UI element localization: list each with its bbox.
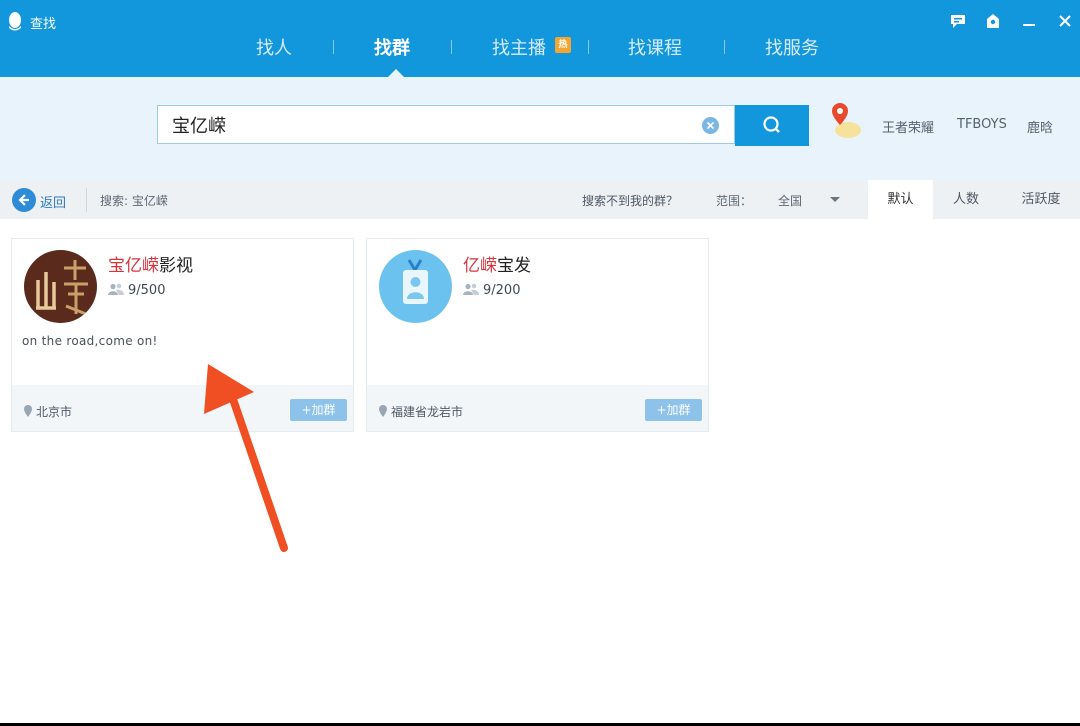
search-box: [157, 105, 735, 144]
group-location: 北京市: [24, 403, 72, 420]
group-location: 福建省龙岩市: [379, 403, 463, 420]
sort-activity[interactable]: 活跃度: [1002, 180, 1080, 219]
hot-word-3[interactable]: 鹿晗: [1027, 117, 1053, 136]
tab-find-course[interactable]: 找课程: [628, 34, 682, 62]
city-text: 福建省龙岩市: [391, 405, 464, 419]
clear-search-icon[interactable]: [702, 117, 719, 134]
location-icon[interactable]: [828, 99, 864, 139]
range-select[interactable]: 全国: [778, 192, 802, 209]
group-avatar[interactable]: [24, 250, 97, 323]
join-group-button[interactable]: +加群: [645, 399, 702, 421]
tab-divider: [333, 40, 334, 54]
group-avatar[interactable]: [379, 250, 452, 323]
back-label: 返回: [40, 196, 67, 211]
arrow-left-icon: [18, 194, 29, 206]
search-button[interactable]: [735, 105, 809, 146]
sort-default[interactable]: 默认: [868, 180, 933, 219]
member-count: 9/500: [108, 283, 165, 298]
app-window: 查找 找人 找群 找主播 找课程 找服务 热 宝亿嵘 王者荣耀 TFBOYS 鹿…: [0, 0, 1080, 723]
member-count-value: 9/500: [128, 283, 166, 298]
search-icon: [763, 116, 780, 133]
city-text: 北京市: [36, 405, 73, 419]
tab-find-group[interactable]: 找群: [374, 34, 410, 62]
window-title: 查找: [30, 17, 57, 32]
minimize-icon[interactable]: [1018, 10, 1040, 32]
calligraphy-avatar-image: [24, 250, 97, 323]
location-pin-icon: [24, 405, 32, 417]
tab-divider: [588, 40, 589, 54]
active-tab-indicator: [388, 69, 404, 77]
chat-icon[interactable]: [947, 10, 969, 32]
skin-icon[interactable]: [982, 10, 1004, 32]
tab-find-service[interactable]: 找服务: [765, 34, 819, 62]
sort-members[interactable]: 人数: [933, 180, 999, 219]
chevron-down-icon[interactable]: [830, 197, 840, 202]
name-rest: 宝发: [497, 256, 531, 276]
default-group-avatar-icon: [379, 250, 452, 323]
filter-bar: 返回 搜索: 宝亿嵘 搜索不到我的群？ 范围： 全国 默认 人数 活跃度: [0, 180, 1080, 219]
tab-find-anchor[interactable]: 找主播: [492, 34, 546, 62]
group-name[interactable]: 亿嵘宝发: [463, 251, 531, 276]
search-input[interactable]: [172, 113, 692, 137]
members-icon: [463, 283, 479, 295]
members-icon: [108, 283, 124, 295]
cannot-find-group-link[interactable]: 搜索不到我的群？: [582, 192, 678, 209]
tab-divider: [724, 40, 725, 54]
hot-word-1[interactable]: 王者荣耀: [882, 117, 934, 136]
location-pin-icon: [379, 405, 387, 417]
tab-find-people[interactable]: 找人: [256, 34, 292, 62]
join-group-button[interactable]: +加群: [290, 399, 347, 421]
group-name[interactable]: 宝亿嵘影视: [108, 251, 193, 276]
hot-word-2[interactable]: TFBOYS: [957, 117, 1007, 132]
close-icon[interactable]: [1054, 10, 1076, 32]
group-card[interactable]: 宝亿嵘影视 9/500 on the road,come on! 北京市 +加群: [11, 238, 354, 432]
back-arrow-icon: [12, 188, 36, 212]
tab-divider: [451, 40, 452, 54]
title-bar: 查找 找人 找群 找主播 找课程 找服务 热: [0, 0, 1080, 77]
range-label: 范围：: [716, 194, 753, 208]
clear-x-icon: [706, 121, 715, 130]
search-summary: 搜索: 宝亿嵘: [100, 194, 168, 208]
search-area: 王者荣耀 TFBOYS 鹿晗: [0, 77, 1080, 180]
group-description: on the road,come on!: [22, 334, 158, 348]
qq-penguin-icon: [9, 12, 21, 31]
member-count-value: 9/200: [483, 283, 521, 298]
name-rest: 影视: [159, 256, 193, 276]
group-card[interactable]: 亿嵘宝发 9/200 福建省龙岩市 +加群: [366, 238, 709, 432]
member-count: 9/200: [463, 283, 520, 298]
divider: [86, 188, 87, 212]
name-highlight: 亿嵘: [463, 256, 497, 276]
name-highlight: 宝亿嵘: [108, 256, 159, 276]
hot-badge: 热: [555, 37, 571, 53]
